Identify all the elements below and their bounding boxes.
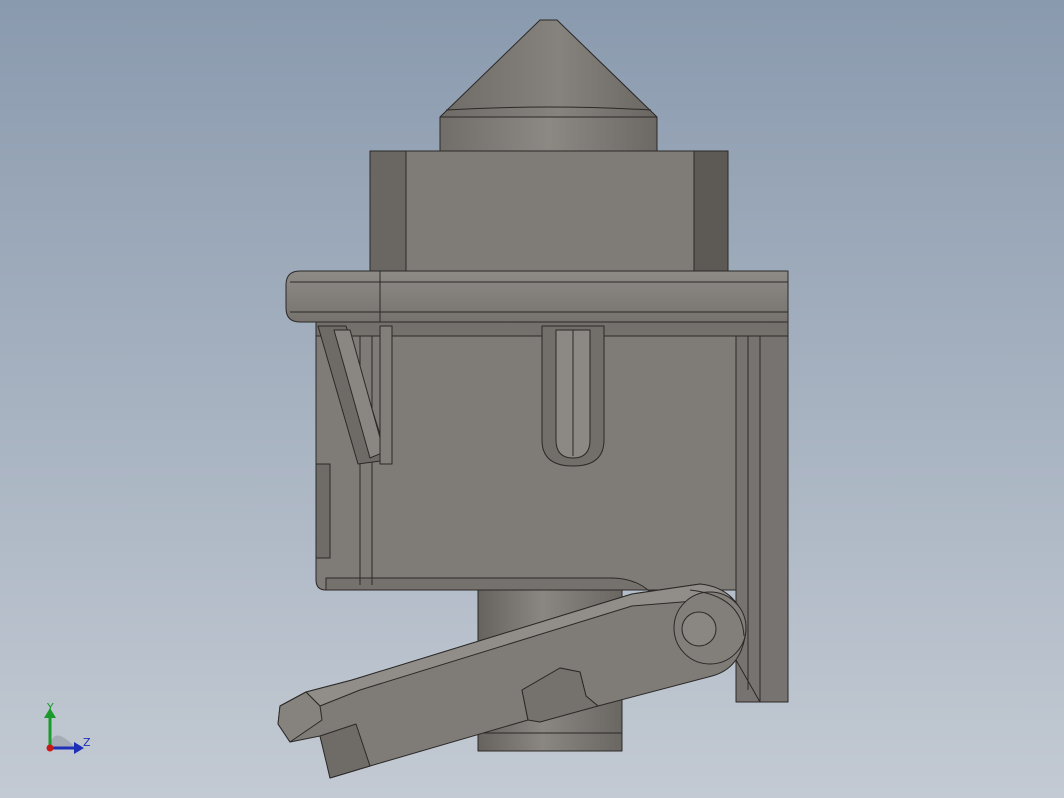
model-view[interactable]: Y Z: [0, 0, 1064, 798]
top-collar: [439, 116, 658, 152]
upper-housing-right-face: [693, 150, 729, 272]
triad-y-label: Y: [46, 701, 54, 714]
upper-housing-left-face: [369, 150, 407, 272]
upper-housing: [369, 150, 729, 272]
triad-z-label: Z: [83, 736, 91, 749]
triad-origin: [46, 744, 54, 752]
left-rib-block: [379, 325, 393, 465]
pivot-hole: [681, 611, 717, 647]
right-wall: [735, 323, 789, 703]
bottom-lip: [325, 577, 651, 593]
left-notch: [315, 463, 331, 559]
flange-plate: [285, 270, 789, 323]
graphics-viewport[interactable]: Y Z: [0, 0, 1064, 798]
